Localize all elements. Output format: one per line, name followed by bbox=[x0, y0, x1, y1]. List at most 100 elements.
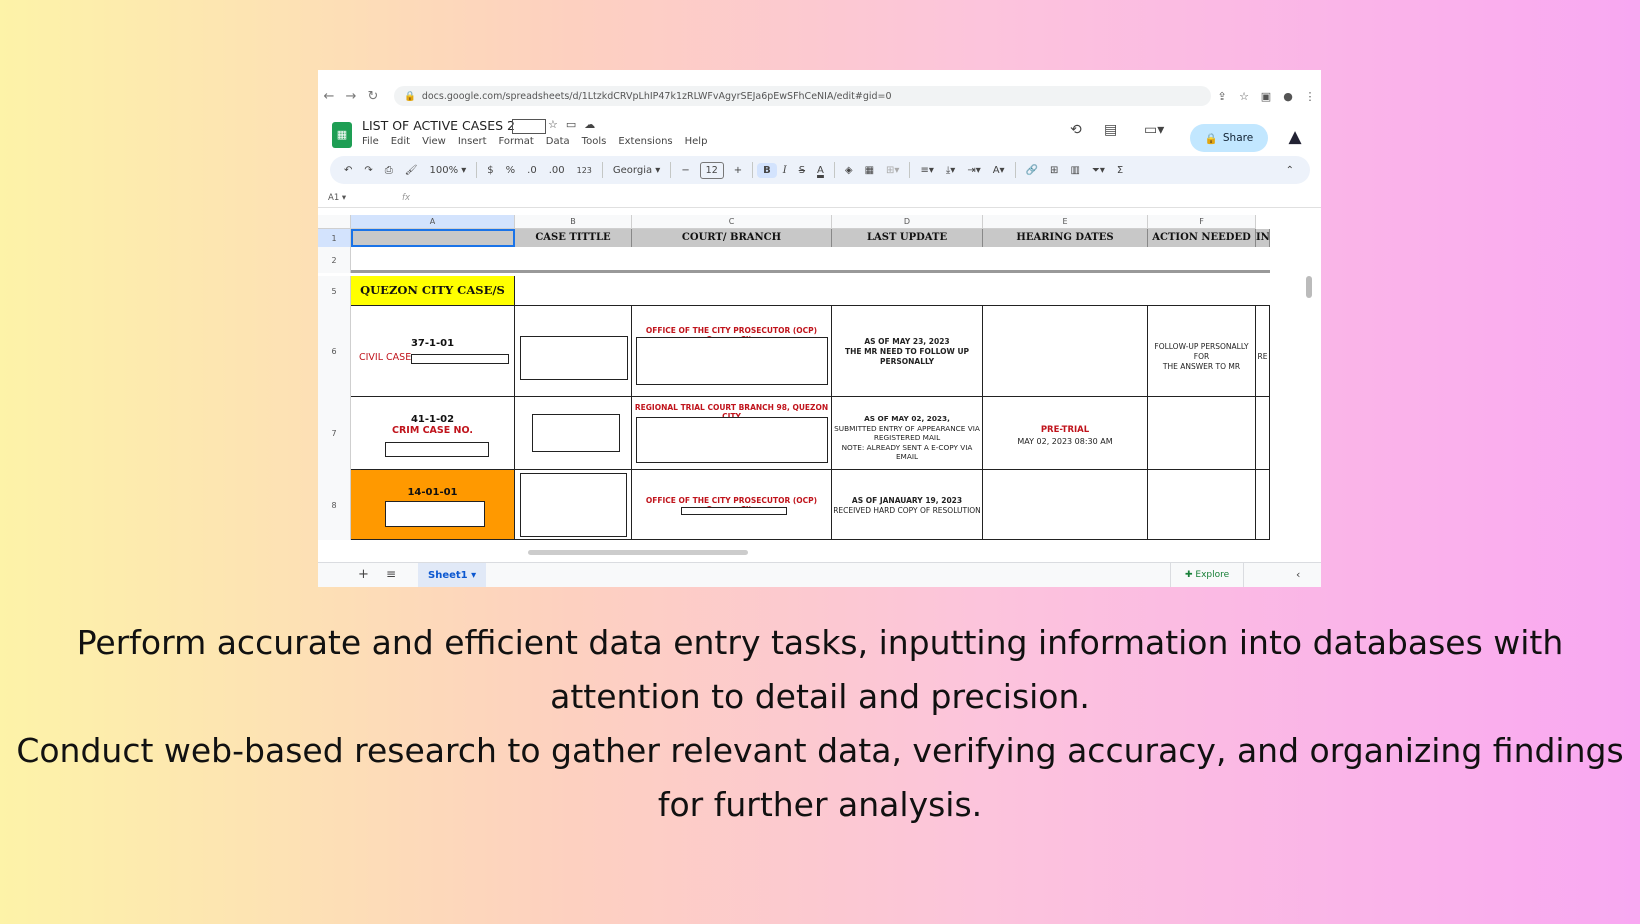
row-number[interactable]: 6 bbox=[318, 306, 351, 397]
menu-edit[interactable]: Edit bbox=[391, 136, 410, 147]
header-hearing-dates[interactable]: HEARING DATES bbox=[983, 229, 1148, 247]
column-header-b[interactable]: B bbox=[515, 215, 632, 229]
vertical-align-icon[interactable]: ⤓▾ bbox=[940, 165, 961, 176]
bookmark-star-icon[interactable]: ☆ bbox=[1233, 90, 1255, 103]
court-cell[interactable]: REGIONAL TRIAL COURT BRANCH 98, QUEZON C… bbox=[632, 397, 832, 470]
case-id-cell[interactable]: 14-01-01 bbox=[351, 470, 515, 540]
hearing-cell[interactable] bbox=[983, 470, 1148, 540]
percent-button[interactable]: % bbox=[500, 165, 522, 176]
italic-button[interactable]: I bbox=[777, 165, 793, 176]
case-title-cell[interactable] bbox=[515, 306, 632, 397]
column-header-d[interactable]: D bbox=[832, 215, 983, 229]
section-label[interactable]: QUEZON CITY CASE/S bbox=[351, 276, 515, 306]
back-icon[interactable]: ← bbox=[318, 89, 340, 104]
increase-decimal-button[interactable]: .00 bbox=[543, 165, 571, 176]
court-cell[interactable]: OFFICE OF THE CITY PROSECUTOR (OCP) Quez… bbox=[632, 470, 832, 540]
case-title-cell[interactable] bbox=[515, 470, 632, 540]
partial-cell[interactable] bbox=[1256, 470, 1270, 540]
url-field[interactable]: 🔒 docs.google.com/spreadsheets/d/1LtzkdC… bbox=[394, 86, 1211, 106]
add-sheet-icon[interactable]: + bbox=[358, 567, 369, 582]
font-size-increase[interactable]: + bbox=[728, 165, 748, 176]
menu-data[interactable]: Data bbox=[546, 136, 570, 147]
menu-extensions[interactable]: Extensions bbox=[618, 136, 672, 147]
browser-menu-icon[interactable]: ⋮ bbox=[1299, 90, 1321, 103]
menu-view[interactable]: View bbox=[422, 136, 446, 147]
header-court-branch[interactable]: COURT/ BRANCH bbox=[632, 229, 832, 247]
text-color-button[interactable]: A bbox=[811, 165, 830, 176]
header-action-needed[interactable]: ACTION NEEDED bbox=[1148, 229, 1256, 247]
collapse-toolbar-icon[interactable]: ⌃ bbox=[1280, 165, 1300, 176]
update-cell[interactable]: AS OF MAY 23, 2023 THE MR NEED TO FOLLOW… bbox=[832, 306, 983, 397]
menu-file[interactable]: File bbox=[362, 136, 379, 147]
row-number[interactable]: 7 bbox=[318, 397, 351, 470]
menu-tools[interactable]: Tools bbox=[582, 136, 607, 147]
row-5-blank[interactable] bbox=[515, 276, 1270, 306]
bold-button[interactable]: B bbox=[757, 162, 777, 178]
header-case-title[interactable]: CASE TITTLE bbox=[515, 229, 632, 247]
formula-input[interactable] bbox=[410, 188, 1321, 207]
strikethrough-button[interactable]: S bbox=[793, 165, 811, 176]
column-header-c[interactable]: C bbox=[632, 215, 832, 229]
header-last-update[interactable]: LAST UPDATE bbox=[832, 229, 983, 247]
print-icon[interactable]: ⎙ bbox=[379, 165, 399, 176]
side-panel-icon[interactable]: ▣ bbox=[1255, 90, 1277, 103]
hearing-cell[interactable]: PRE-TRIAL MAY 02, 2023 08:30 AM bbox=[983, 397, 1148, 470]
borders-icon[interactable]: ▦ bbox=[859, 165, 880, 176]
action-cell[interactable] bbox=[1148, 397, 1256, 470]
font-size-decrease[interactable]: − bbox=[675, 165, 695, 176]
doc-title[interactable]: LIST OF ACTIVE CASES 2 bbox=[362, 118, 546, 134]
profile-icon[interactable]: ● bbox=[1277, 90, 1299, 103]
align-left-icon[interactable]: ≡▾ bbox=[914, 165, 939, 176]
row-number[interactable]: 8 bbox=[318, 470, 351, 540]
column-header-a[interactable]: A bbox=[351, 215, 515, 229]
sheets-logo-icon[interactable]: ▦ bbox=[332, 122, 352, 148]
meet-icon[interactable]: ▭▾ bbox=[1144, 122, 1164, 138]
partial-cell[interactable]: RE bbox=[1256, 306, 1270, 397]
text-wrap-icon[interactable]: ⇥▾ bbox=[961, 165, 986, 176]
insert-chart-icon[interactable]: ▥ bbox=[1064, 165, 1085, 176]
select-all-corner[interactable] bbox=[318, 215, 351, 229]
header-partial[interactable]: IN bbox=[1256, 229, 1270, 247]
menu-help[interactable]: Help bbox=[685, 136, 708, 147]
row-number[interactable]: 5 bbox=[318, 276, 351, 306]
font-size-input[interactable]: 12 bbox=[699, 161, 724, 179]
fill-color-icon[interactable]: ◈ bbox=[839, 165, 859, 176]
cell-a1[interactable] bbox=[351, 229, 515, 247]
row-number[interactable]: 2 bbox=[318, 247, 351, 273]
move-folder-icon[interactable]: ▭ bbox=[566, 118, 584, 131]
share-page-icon[interactable]: ⇪ bbox=[1211, 90, 1233, 103]
reload-icon[interactable]: ↻ bbox=[362, 89, 384, 104]
menu-insert[interactable]: Insert bbox=[458, 136, 487, 147]
paint-format-icon[interactable]: 🖌 bbox=[399, 165, 424, 176]
name-box[interactable]: A1 ▾ bbox=[318, 193, 382, 203]
action-cell[interactable] bbox=[1148, 470, 1256, 540]
sheet-tab[interactable]: Sheet1 ▾ bbox=[418, 563, 487, 587]
history-icon[interactable]: ⟲ bbox=[1070, 122, 1082, 138]
merge-cells-icon[interactable]: ⊞▾ bbox=[880, 165, 905, 176]
undo-icon[interactable]: ↶ bbox=[338, 165, 358, 176]
horizontal-scrollbar[interactable] bbox=[528, 550, 748, 555]
vertical-scrollbar[interactable] bbox=[1306, 276, 1312, 298]
text-rotate-icon[interactable]: A▾ bbox=[987, 165, 1011, 176]
collapse-side-panel-icon[interactable]: ‹ bbox=[1296, 568, 1300, 581]
decrease-decimal-button[interactable]: .0 bbox=[521, 165, 543, 176]
menu-format[interactable]: Format bbox=[499, 136, 534, 147]
explore-button[interactable]: ✚ Explore bbox=[1170, 563, 1245, 587]
functions-button[interactable]: Σ bbox=[1111, 165, 1129, 176]
share-button[interactable]: 🔒 Share bbox=[1190, 124, 1268, 152]
filter-icon[interactable]: ⏷▾ bbox=[1086, 165, 1111, 176]
case-id-cell[interactable]: 41-1-02 CRIM CASE NO. bbox=[351, 397, 515, 470]
column-header-e[interactable]: E bbox=[983, 215, 1148, 229]
number-format-button[interactable]: 123 bbox=[571, 166, 598, 175]
font-select[interactable]: Georgia ▾ bbox=[607, 165, 666, 176]
comments-icon[interactable]: ▤ bbox=[1104, 122, 1117, 138]
insert-link-icon[interactable]: 🔗 bbox=[1020, 165, 1044, 176]
action-cell[interactable]: FOLLOW-UP PERSONALLY FOR THE ANSWER TO M… bbox=[1148, 306, 1256, 397]
forward-icon[interactable]: → bbox=[340, 89, 362, 104]
case-title-cell[interactable] bbox=[515, 397, 632, 470]
hearing-cell[interactable] bbox=[983, 306, 1148, 397]
row-number[interactable]: 1 bbox=[318, 229, 351, 247]
zoom-select[interactable]: 100% ▾ bbox=[423, 165, 472, 176]
account-avatar[interactable]: ▲ bbox=[1284, 126, 1306, 148]
update-cell[interactable]: AS OF MAY 02, 2023, SUBMITTED ENTRY OF A… bbox=[832, 397, 983, 470]
